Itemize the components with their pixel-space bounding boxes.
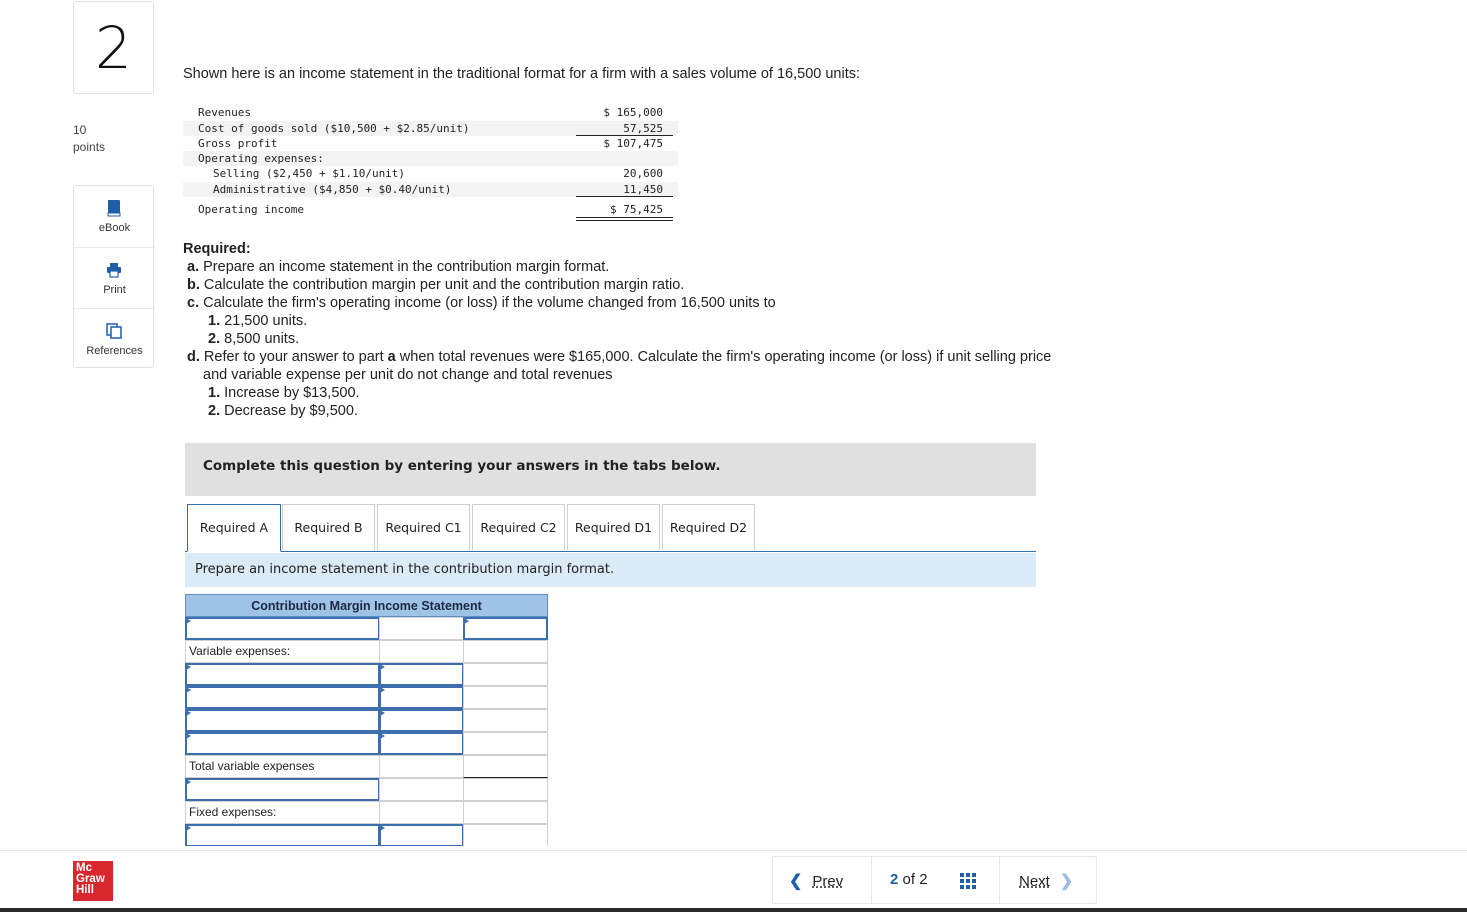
chevron-left-icon: ❮	[789, 873, 803, 890]
table-title: Contribution Margin Income Statement	[185, 594, 548, 617]
variable-expense-label-input[interactable]	[185, 686, 380, 709]
fixed-expense-label-input[interactable]	[185, 824, 380, 846]
question-intro: Shown here is an income statement in the…	[183, 66, 861, 82]
variable-expense-amount-input[interactable]	[379, 686, 464, 709]
tab-required-d1[interactable]: Required D1	[567, 504, 660, 550]
table-cell	[463, 778, 548, 801]
required-heading: Required:	[183, 241, 251, 257]
book-icon	[107, 200, 121, 217]
table-cell	[463, 709, 548, 732]
tab-bar: Required A Required B Required C1 Requir…	[185, 503, 1036, 552]
next-button[interactable]: Next ❯	[1019, 871, 1073, 891]
tab-prompt: Prepare an income statement in the contr…	[185, 553, 1036, 587]
variable-expense-amount-input[interactable]	[379, 663, 464, 686]
statement-row-administrative: Administrative ($4,850 + $0.40/unit) 11,…	[183, 182, 678, 197]
tab-required-b[interactable]: Required B	[282, 504, 375, 550]
tab-required-a[interactable]: Required A	[187, 504, 281, 552]
print-button[interactable]: Print	[74, 247, 155, 309]
contribution-margin-table: Contribution Margin Income Statement Var…	[185, 594, 548, 846]
required-d2: 2. Decrease by $9,500.	[208, 403, 358, 419]
grid-view-icon[interactable]	[960, 873, 977, 890]
table-cell	[463, 732, 548, 755]
required-a: a. Prepare an income statement in the co…	[187, 259, 610, 275]
statement-row-operating-income: Operating income $ 75,425	[198, 203, 663, 216]
table-cell	[463, 640, 548, 663]
fixed-expense-amount-input[interactable]	[379, 824, 464, 846]
table-cell	[463, 824, 548, 846]
required-c1: 1. 21,500 units.	[208, 313, 308, 329]
footer-divider	[0, 850, 1467, 851]
points-label: points	[73, 140, 106, 154]
total-variable-expenses-label: Total variable expenses	[185, 755, 380, 778]
variable-expenses-label: Variable expenses:	[185, 640, 380, 663]
table-cell	[379, 617, 464, 640]
fixed-expenses-label: Fixed expenses:	[185, 801, 380, 824]
variable-expense-label-input[interactable]	[185, 709, 380, 732]
table-cell	[463, 801, 548, 824]
required-c2: 2. 8,500 units.	[208, 331, 300, 347]
variable-expense-label-input[interactable]	[185, 663, 380, 686]
tab-required-c2[interactable]: Required C2	[472, 504, 565, 550]
statement-row-cogs: Cost of goods sold ($10,500 + $2.85/unit…	[183, 121, 678, 136]
total-variable-expenses-amount	[463, 755, 548, 778]
table-cell	[379, 801, 464, 824]
mcgraw-hill-logo: Mc Graw Hill	[73, 861, 113, 901]
question-number: 2	[95, 14, 132, 82]
variable-expense-amount-input[interactable]	[379, 709, 464, 732]
printer-icon	[107, 263, 121, 278]
amount-input[interactable]	[463, 617, 548, 640]
statement-row-revenues: Revenues $ 165,000	[198, 106, 663, 119]
table-cell	[379, 755, 464, 778]
line-item-label-input[interactable]	[185, 617, 380, 640]
line-item-label-input[interactable]	[185, 778, 380, 801]
print-label: Print	[103, 284, 126, 296]
required-d1: 1. Increase by $13,500.	[208, 385, 360, 401]
table-cell	[379, 778, 464, 801]
divider	[999, 857, 1000, 903]
table-cell	[463, 663, 548, 686]
double-underline	[576, 220, 673, 221]
variable-expense-amount-input[interactable]	[379, 732, 464, 755]
required-c: c. Calculate the firm's operating income…	[187, 295, 776, 311]
tab-required-c1[interactable]: Required C1	[377, 504, 470, 550]
question-number-box: 2	[73, 1, 154, 94]
required-d-line2: and variable expense per unit do not cha…	[203, 367, 613, 383]
required-section: Required: a. Prepare an income statement…	[183, 240, 1143, 420]
ebook-button[interactable]: eBook	[74, 186, 155, 247]
statement-row-selling: Selling ($2,450 + $1.10/unit) 20,600	[213, 167, 663, 180]
required-d: d. Refer to your answer to part a when t…	[187, 349, 1052, 365]
pagination: ❮ Prev 2 of 2 Next ❯	[772, 856, 1097, 904]
divider	[871, 857, 872, 903]
references-label: References	[86, 345, 143, 357]
references-button[interactable]: References	[74, 308, 155, 370]
references-icon	[106, 323, 122, 339]
table-cell	[379, 640, 464, 663]
required-b: b. Calculate the contribution margin per…	[187, 277, 685, 293]
table-cell	[463, 686, 548, 709]
chevron-right-icon: ❯	[1059, 873, 1074, 890]
tab-required-d2[interactable]: Required D2	[662, 504, 755, 550]
double-underline	[576, 217, 673, 218]
ebook-label: eBook	[98, 222, 131, 234]
points-info: 10 points	[73, 122, 105, 156]
statement-row-gross-profit: Gross profit $ 107,475	[198, 137, 663, 150]
underline	[576, 196, 673, 197]
variable-expense-label-input[interactable]	[185, 732, 380, 755]
instruction-box: Complete this question by entering your …	[185, 443, 1036, 496]
bottom-bar	[0, 908, 1467, 912]
tab-prompt-text: Prepare an income statement in the contr…	[195, 562, 615, 577]
instruction-text: Complete this question by entering your …	[203, 458, 721, 474]
points-value: 10	[73, 123, 87, 137]
prev-button[interactable]: ❮ Prev	[789, 871, 843, 891]
tools-panel: eBook Print References	[73, 185, 155, 370]
statement-row-operating-expenses: Operating expenses:	[183, 151, 678, 166]
page-indicator: 2 of 2	[890, 871, 928, 888]
